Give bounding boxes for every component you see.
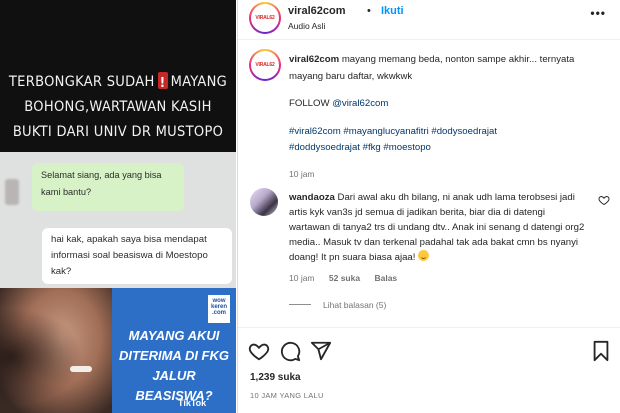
siren-icon — [157, 71, 168, 96]
post-timestamp: 10 JAM YANG LALU — [250, 391, 324, 400]
like-count[interactable]: 1,239 suka — [250, 372, 301, 383]
blurred-avatar — [5, 179, 19, 205]
caption-timestamp: 10 jam — [289, 168, 315, 179]
caption-mention[interactable]: @viral62com — [332, 98, 388, 109]
comment-likes[interactable]: 52 suka — [329, 273, 360, 283]
news-thumbnail: wow keren .com MAYANG AKUI DITERIMA DI F… — [0, 288, 236, 413]
commenter-avatar[interactable] — [250, 188, 278, 216]
grinning-emoji-icon — [418, 250, 430, 261]
caption-avatar[interactable]: VIRAL62 — [249, 49, 281, 81]
caption-username[interactable]: viral62com — [289, 54, 339, 65]
thumbnail-caption: MAYANG AKUI DITERIMA DI FKG JALUR BEASIS… — [118, 328, 229, 403]
commenter-username[interactable]: wandaoza — [289, 192, 335, 203]
separator-dot: • — [367, 5, 371, 17]
post-media[interactable]: TERBONGKAR SUDAHMAYANG BOHONG,WARTAWAN K… — [0, 0, 236, 413]
like-heart-icon[interactable] — [248, 340, 270, 362]
comment-bubble-icon[interactable] — [279, 340, 301, 362]
comment-like-heart-icon[interactable] — [598, 194, 610, 206]
caption-follow-prefix: FOLLOW — [289, 98, 330, 109]
caption-hashtags[interactable]: #viral62com #mayanglucyanafitri #dodysoe… — [289, 126, 497, 137]
comment-timestamp: 10 jam — [289, 273, 315, 283]
chat-bubble-question: hai kak, apakah saya bisa mendapat infor… — [42, 228, 232, 284]
chat-screenshot: Selamat siang, ada yang bisa kami bantu?… — [0, 152, 236, 288]
more-options-icon[interactable]: ••• — [590, 6, 606, 20]
news-logo: wow keren .com — [208, 295, 230, 323]
follow-button[interactable]: Ikuti — [381, 5, 404, 17]
tiktok-watermark: TikTok — [178, 398, 207, 408]
reply-button[interactable]: Balas — [374, 273, 397, 283]
caption-hashtags[interactable]: #doddysoedrajat #fkg #moestopo — [289, 142, 431, 153]
share-send-icon[interactable] — [310, 340, 332, 362]
account-username[interactable]: viral62com — [288, 5, 345, 17]
view-replies-button[interactable]: Lihat balasan (5) — [289, 300, 386, 310]
chat-bubble-reply: Selamat siang, ada yang bisa kami bantu? — [32, 163, 184, 211]
post-panel: VIRAL62 viral62com • Ikuti Audio Asli ••… — [237, 0, 620, 413]
video-headline: TERBONGKAR SUDAHMAYANG BOHONG,WARTAWAN K… — [0, 70, 236, 145]
save-bookmark-icon[interactable] — [590, 340, 612, 362]
post-actions: 1,239 suka 10 JAM YANG LALU — [238, 327, 620, 413]
audio-label[interactable]: Audio Asli — [288, 21, 325, 31]
comment-meta: 10 jam 52 suka Balas — [289, 273, 409, 283]
account-avatar[interactable]: VIRAL62 — [249, 2, 281, 34]
post-header: VIRAL62 viral62com • Ikuti Audio Asli ••… — [238, 0, 620, 40]
